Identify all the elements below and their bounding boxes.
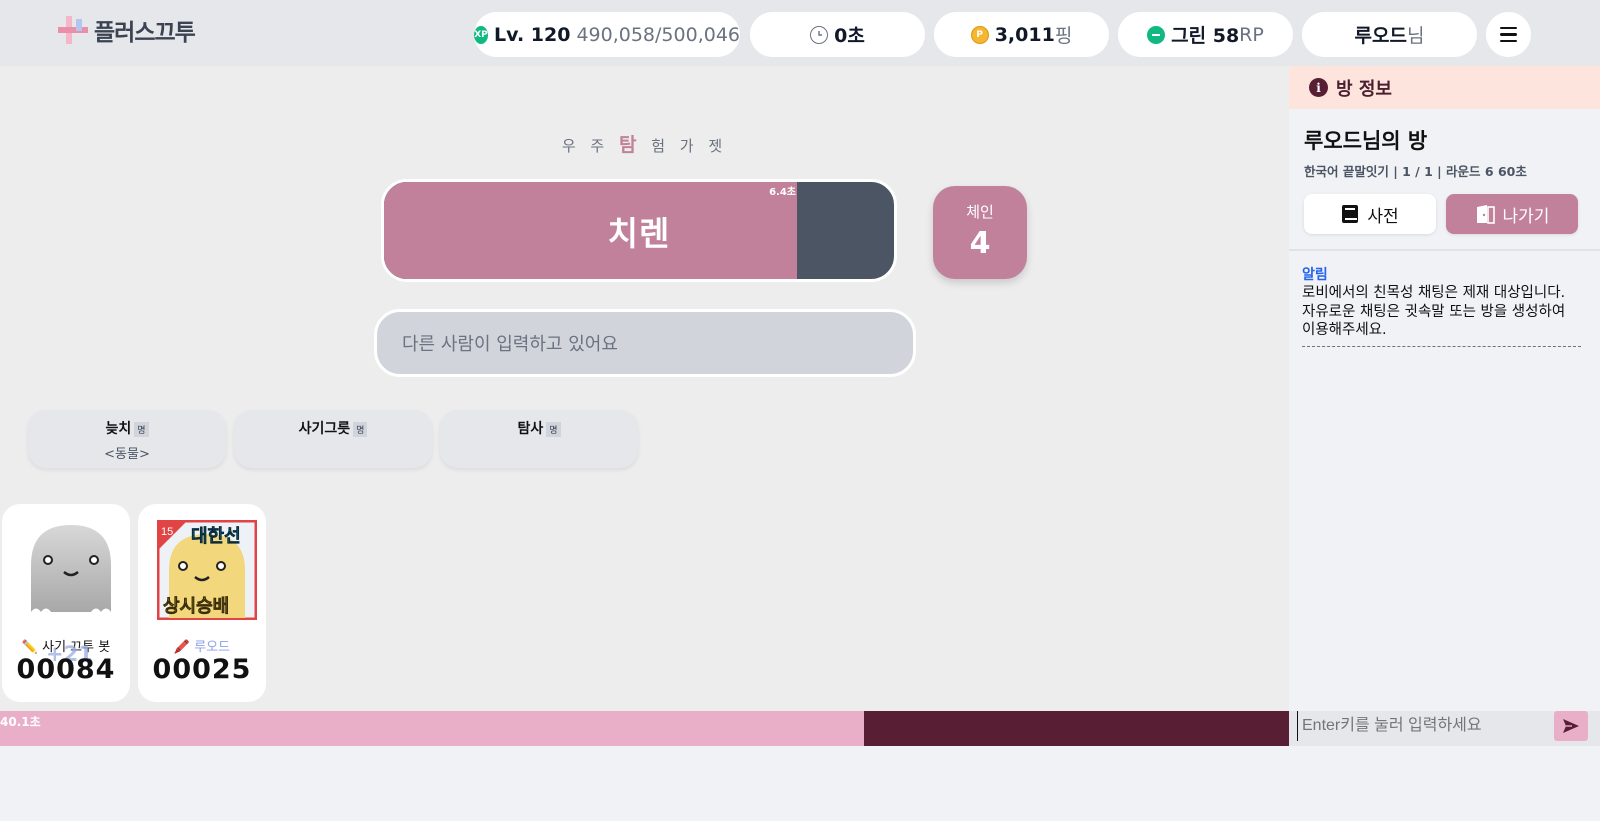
player-score: 00084 [16, 654, 116, 685]
time-value: 0초 [834, 25, 865, 47]
book-icon [1342, 205, 1359, 223]
mission-sub: <동물> [104, 447, 150, 462]
rank-icon [1147, 25, 1166, 44]
word-timer: 6.4초 [769, 187, 797, 198]
rp-pill[interactable]: 그린 58 RP [1118, 12, 1293, 57]
user-name: 루오드 [1354, 25, 1407, 47]
chain-value: 4 [969, 226, 991, 261]
mission-title: 탐사 [517, 421, 544, 437]
round-timer-fill [0, 711, 864, 746]
app-logo[interactable]: 플러스끄투 [58, 14, 196, 46]
notice-message: 알림 로비에서의 친목성 채팅은 제재 대상입니다. 자유로운 채팅은 귓속말 … [1302, 264, 1581, 347]
badge-top: 대한선 [191, 526, 241, 547]
send-button[interactable] [1554, 711, 1588, 741]
notice-label: 알림 [1302, 267, 1328, 283]
hamburger-icon [1500, 26, 1517, 30]
room-info-header: i 방 정보 [1289, 66, 1600, 109]
room-info-title: 방 정보 [1336, 78, 1392, 100]
player-name: 루오드 [194, 640, 231, 655]
room-meta: 한국어 끝말잇기 | 1 / 1 | 라운드 6 60초 [1304, 164, 1527, 179]
chain-counter: 체인 4 [933, 186, 1027, 279]
player-card-bot[interactable]: ✏️ 사기 끄투 봇 +21 00084 [2, 504, 130, 702]
mission-tag: 명 [134, 421, 149, 437]
player-score: 00025 [152, 654, 252, 685]
current-word-box: 치렌 6.4초 [381, 179, 897, 282]
mission-card: 사기그릇 명 [234, 410, 432, 468]
ping-pill[interactable]: P 3,011 핑 [934, 12, 1109, 57]
logo-icon [58, 16, 88, 44]
coin-icon: P [970, 25, 989, 44]
rp-unit: RP [1239, 23, 1264, 46]
side-divider [1289, 249, 1600, 251]
mission-tag: 명 [546, 421, 561, 437]
chain-label: 체인 [966, 203, 994, 221]
chat-input[interactable] [1297, 711, 1547, 741]
round-timer-label: 40.1초 [0, 715, 41, 729]
bottom-strip [0, 746, 1600, 821]
mission-tag: 명 [353, 421, 368, 437]
ping-value: 3,011 [994, 23, 1055, 46]
xp-progress: 490,058/500,046 [576, 23, 740, 46]
player-card-user[interactable]: 15 대한선 상시승배 🖍️ 루오드 00025 [138, 504, 266, 702]
pen-icon: 🖍️ [173, 640, 191, 655]
level-label: Lv. 120 [494, 23, 571, 46]
badge-avatar-icon: 15 대한선 상시승배 [157, 520, 257, 620]
room-actions: 사전 나가기 [1304, 194, 1584, 234]
word-input[interactable]: 다른 사람이 입력하고 있어요 [374, 309, 916, 377]
badge-level: 15 [161, 526, 173, 538]
paper-plane-icon [1563, 719, 1579, 733]
xp-icon: XP [474, 25, 489, 44]
game-area: 우 주 탐 험 가 젯 치렌 6.4초 체인 4 다른 사람이 입력하고 있어요… [0, 66, 1289, 711]
info-icon: i [1309, 78, 1328, 97]
rp-rank: 그린 58 [1171, 25, 1240, 47]
hint-word: 우 주 탐 험 가 젯 [0, 130, 1289, 157]
clock-icon [810, 25, 829, 44]
hint-highlight: 탐 [618, 134, 642, 156]
mission-title: 늦치 [105, 421, 132, 437]
dictionary-label: 사전 [1367, 206, 1399, 227]
menu-button[interactable] [1486, 12, 1531, 57]
mission-card: 탐사 명 [440, 410, 638, 468]
user-pill[interactable]: 루오드 님 [1302, 12, 1477, 57]
round-timer-bar: 40.1초 [0, 711, 1289, 746]
chat-bar [1289, 711, 1600, 746]
top-header: 플러스끄투 XP Lv. 120 490,058/500,046 0초 P 3,… [0, 0, 1600, 66]
logo-text: 플러스끄투 [94, 20, 196, 46]
current-word: 치렌 [607, 213, 671, 253]
dictionary-button[interactable]: 사전 [1304, 194, 1436, 234]
user-suffix: 님 [1406, 25, 1425, 47]
hint-after: 험 가 젯 [651, 137, 728, 155]
level-pill[interactable]: XP Lv. 120 490,058/500,046 [474, 12, 740, 57]
mission-card: 늦치 명 <동물> [28, 410, 226, 468]
room-info-panel: i 방 정보 루오드님의 방 한국어 끝말잇기 | 1 / 1 | 라운드 6 … [1289, 66, 1600, 746]
ghost-avatar-icon [31, 525, 111, 612]
door-icon [1476, 205, 1495, 224]
exit-button[interactable]: 나가기 [1446, 194, 1578, 234]
badge-bottom: 상시승배 [163, 596, 229, 617]
hint-before: 우 주 [561, 137, 610, 155]
room-title: 루오드님의 방 [1304, 129, 1428, 153]
ping-unit: 핑 [1054, 25, 1073, 47]
exit-label: 나가기 [1502, 206, 1550, 227]
mission-title: 사기그릇 [298, 421, 351, 437]
time-pill[interactable]: 0초 [750, 12, 925, 57]
pencil-icon: ✏️ [21, 640, 38, 655]
notice-text: 로비에서의 친목성 채팅은 제재 대상입니다. 자유로운 채팅은 귓속말 또는 … [1302, 285, 1566, 338]
